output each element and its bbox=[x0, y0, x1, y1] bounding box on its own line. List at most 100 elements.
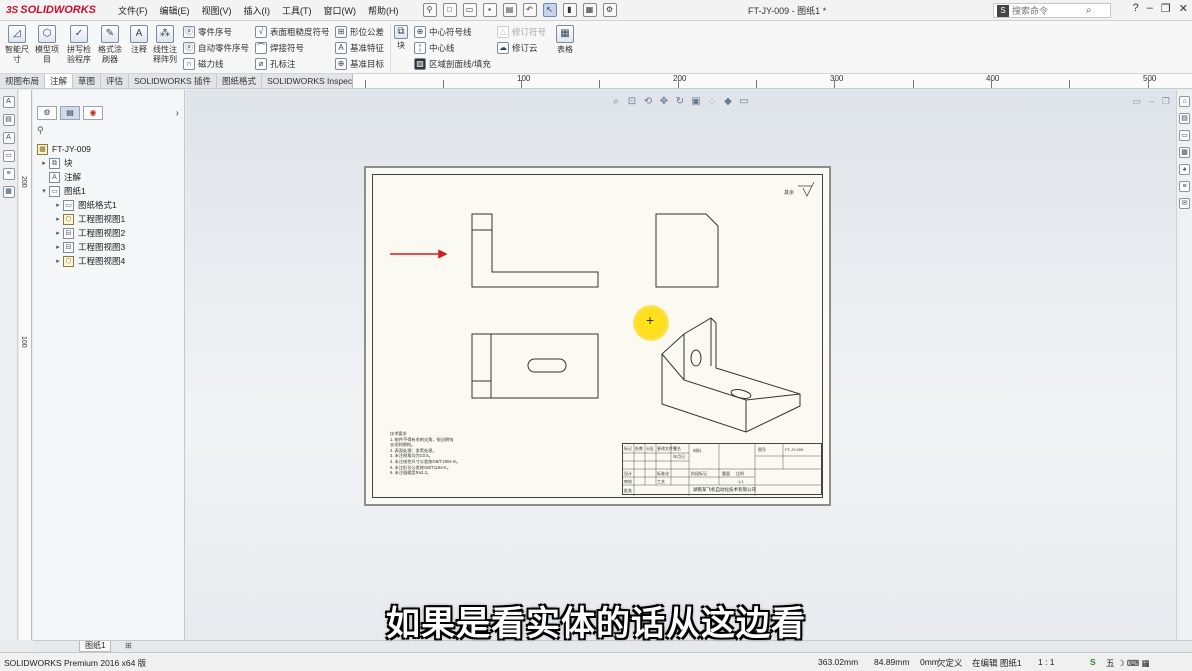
tree-item-drawing-view4[interactable]: ▸ ⬡ 工程图视图4 bbox=[37, 254, 183, 268]
menu-view[interactable]: 视图(V) bbox=[196, 4, 238, 17]
revision-symbol-button[interactable]: △ 修订符号 bbox=[497, 26, 546, 38]
tree-item-annotations[interactable]: A 注解 bbox=[37, 170, 183, 184]
tab-view-layout[interactable]: 视图布局 bbox=[0, 74, 46, 88]
expand-icon[interactable]: ▸ bbox=[53, 229, 63, 237]
format-painter-button[interactable]: ✎ 格式涂刷器 bbox=[95, 25, 125, 65]
open-folder-icon[interactable]: ▭ bbox=[462, 3, 477, 17]
menu-window[interactable]: 窗口(W) bbox=[318, 4, 363, 17]
restore-icon[interactable]: ❐ bbox=[1161, 2, 1171, 15]
blocks-button[interactable]: ⧉ 块 bbox=[393, 25, 409, 51]
zoom-area-icon[interactable]: ⊡ bbox=[626, 96, 638, 108]
tables-button[interactable]: ▦ 表格 bbox=[550, 25, 580, 55]
weld-symbol-button[interactable]: ⌒ 焊接符号 bbox=[255, 42, 304, 54]
rotate-view-icon[interactable]: ↻ bbox=[674, 96, 686, 108]
viewport-split-icon[interactable]: ▭ bbox=[1132, 96, 1141, 107]
tab-sheet-format[interactable]: 图纸格式 bbox=[217, 74, 263, 88]
datum-target-button[interactable]: ⊕ 基准目标 bbox=[335, 58, 384, 70]
chevron-right-icon[interactable]: › bbox=[176, 108, 179, 119]
configuration-manager-icon[interactable]: ◉ bbox=[83, 106, 103, 120]
smart-dimension-button[interactable]: ◿ 智能尺寸 bbox=[2, 25, 32, 65]
centerline-button[interactable]: ¦ 中心线 bbox=[414, 42, 455, 54]
save-icon[interactable]: ▪ bbox=[482, 3, 497, 17]
ime-icon[interactable]: S bbox=[1090, 657, 1096, 667]
view-palette-icon[interactable]: ▦ bbox=[1179, 147, 1190, 158]
auto-balloon-button[interactable]: ⓟ 自动零件序号 bbox=[183, 42, 249, 54]
zoom-to-fit-icon[interactable]: ⌕ bbox=[610, 96, 622, 108]
property-manager-icon[interactable]: ▤ bbox=[60, 106, 80, 120]
title-block[interactable]: 标记 处数 分区 更改文件号 签名 年月日 设计 标准化 审核 工艺 批准 阶段… bbox=[622, 443, 823, 496]
ime-toolbar-icons[interactable]: 五 ☽ ⌨ ▦ bbox=[1106, 657, 1150, 669]
collapse-icon[interactable]: ▾ bbox=[39, 187, 49, 195]
minimize-icon[interactable]: – bbox=[1147, 2, 1153, 15]
hole-callout-button[interactable]: ⌀ 孔标注 bbox=[255, 58, 296, 70]
feature-manager-tree-icon[interactable]: ⚙ bbox=[37, 106, 57, 120]
file-properties-icon[interactable]: ▦ bbox=[582, 3, 597, 17]
tree-item-drawing-view3[interactable]: ▸ ⊟ 工程图视图3 bbox=[37, 240, 183, 254]
expand-icon[interactable]: ▸ bbox=[53, 243, 63, 251]
tab-addins[interactable]: SOLIDWORKS 插件 bbox=[129, 74, 218, 88]
tab-annotation[interactable]: 注解 bbox=[45, 74, 74, 88]
pin-icon[interactable]: ⚲ bbox=[422, 3, 437, 17]
file-explorer-icon[interactable]: ▭ bbox=[1179, 130, 1190, 141]
annotation-tool-icon[interactable]: ▤ bbox=[2, 114, 15, 126]
layer-tool-icon[interactable]: ▭ bbox=[2, 150, 15, 162]
area-hatch-button[interactable]: ▨ 区域剖面线/填充 bbox=[414, 58, 491, 70]
tree-item-sheet-format[interactable]: ▸ ▭ 图纸格式1 bbox=[37, 198, 183, 212]
viewport-restore-icon[interactable]: ❐ bbox=[1162, 96, 1170, 107]
search-icon[interactable]: ⌕ bbox=[1086, 5, 1092, 16]
menu-help[interactable]: 帮助(H) bbox=[362, 4, 405, 17]
select-pointer-icon[interactable]: ↖ bbox=[542, 3, 557, 17]
spell-checker-button[interactable]: ✓ 拼写检验程序 bbox=[64, 25, 94, 65]
rebuild-icon[interactable]: ▮ bbox=[562, 3, 577, 17]
expand-icon[interactable]: ▸ bbox=[39, 159, 49, 167]
tab-evaluate[interactable]: 评估 bbox=[101, 74, 130, 88]
grid-tool-icon[interactable]: ▦ bbox=[2, 186, 15, 198]
tree-item-drawing-view2[interactable]: ▸ ⊟ 工程图视图2 bbox=[37, 226, 183, 240]
expand-icon[interactable]: ▸ bbox=[53, 201, 63, 209]
search-input[interactable] bbox=[1012, 5, 1082, 16]
linear-note-pattern-button[interactable]: ⁂ 线性注释阵列 bbox=[150, 25, 180, 65]
menu-file[interactable]: 文件(F) bbox=[112, 4, 154, 17]
tab-sketch[interactable]: 草图 bbox=[73, 74, 102, 88]
tree-root[interactable]: ▦ FT-JY-009 bbox=[37, 142, 183, 156]
search-commands-box[interactable]: S ⌕ bbox=[993, 3, 1111, 18]
note-tool-icon[interactable]: A bbox=[2, 96, 15, 108]
geometric-tolerance-button[interactable]: ⊞ 形位公差 bbox=[335, 26, 384, 38]
tree-item-sheet1[interactable]: ▾ ▭ 图纸1 bbox=[37, 184, 183, 198]
datum-feature-button[interactable]: A 基准特征 bbox=[335, 42, 384, 54]
hide-show-icon[interactable]: ◌ bbox=[706, 96, 718, 108]
center-mark-button[interactable]: ⊕ 中心符号线 bbox=[414, 26, 472, 38]
previous-view-icon[interactable]: ⟲ bbox=[642, 96, 654, 108]
help-icon[interactable]: ? bbox=[1133, 2, 1139, 15]
appearance-icon[interactable]: ◆ bbox=[722, 96, 734, 108]
format-tool-icon[interactable]: A bbox=[2, 132, 15, 144]
menu-edit[interactable]: 编辑(E) bbox=[154, 4, 196, 17]
graphics-area[interactable]: ⌕ ⊡ ⟲ ✥ ↻ ▣ ◌ ◆ ▭ ▭ – ❐ 其余 技术要求 1. 制件不得有… bbox=[186, 90, 1176, 640]
balloon-button[interactable]: ⓟ 零件序号 bbox=[183, 26, 232, 38]
viewport-minimize-icon[interactable]: – bbox=[1149, 96, 1154, 107]
expand-icon[interactable]: ▸ bbox=[53, 215, 63, 223]
display-style-icon[interactable]: ▣ bbox=[690, 96, 702, 108]
magnetic-line-button[interactable]: ∩ 磁力线 bbox=[183, 58, 224, 70]
menu-tools[interactable]: 工具(T) bbox=[276, 4, 318, 17]
undo-icon[interactable]: ↶ bbox=[522, 3, 537, 17]
drawing-sheet[interactable]: 其余 技术要求 1. 制件不得有毛刺尖角，锐边倒钝 去毛刺倒钝。 2. 表面处理… bbox=[364, 166, 831, 506]
tree-item-drawing-view1[interactable]: ▸ ⬡ 工程图视图1 bbox=[37, 212, 183, 226]
pan-icon[interactable]: ✥ bbox=[658, 96, 670, 108]
revision-cloud-button[interactable]: ☁ 修订云 bbox=[497, 42, 538, 54]
menu-insert[interactable]: 插入(I) bbox=[238, 4, 277, 17]
tree-item-blocks[interactable]: ▸ ⧉ 块 bbox=[37, 156, 183, 170]
model-items-button[interactable]: ⬡ 模型项目 bbox=[32, 25, 62, 65]
appearances-icon[interactable]: ◕ bbox=[1179, 164, 1190, 175]
home-icon[interactable]: ⌂ bbox=[1179, 96, 1190, 107]
surface-finish-button[interactable]: √ 表面粗糙度符号 bbox=[255, 26, 330, 38]
filter-icon[interactable]: ⚲ bbox=[37, 125, 181, 137]
scale-status[interactable]: 1 : 1 bbox=[1038, 657, 1055, 667]
expand-icon[interactable]: ▸ bbox=[53, 257, 63, 265]
options-gear-icon[interactable]: ⚙ bbox=[602, 3, 617, 17]
design-library-icon[interactable]: ▤ bbox=[1179, 113, 1190, 124]
search-scope-icon[interactable]: S bbox=[997, 4, 1009, 17]
custom-properties-icon[interactable]: ≡ bbox=[1179, 181, 1190, 192]
print-icon[interactable]: ▤ bbox=[502, 3, 517, 17]
new-document-icon[interactable]: □ bbox=[442, 3, 457, 17]
